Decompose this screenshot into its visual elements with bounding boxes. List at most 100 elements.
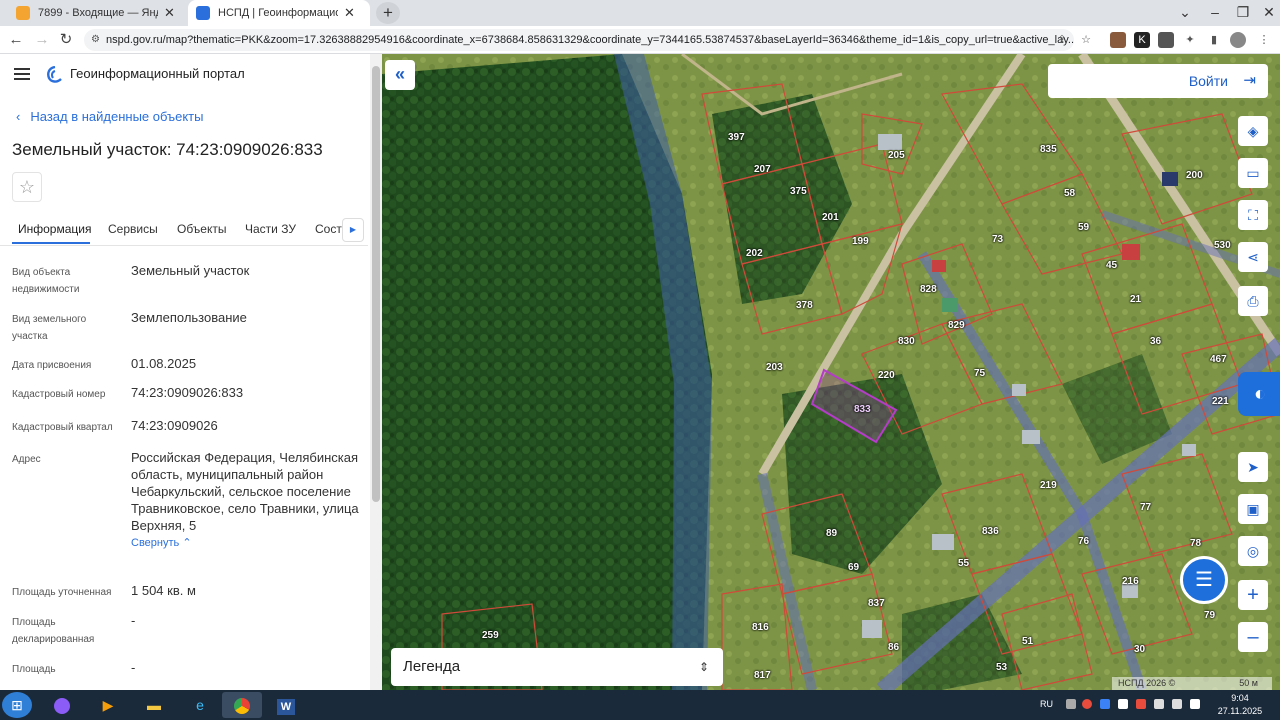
print-icon[interactable]: ⎙ bbox=[1238, 286, 1268, 316]
parcel-label: 55 bbox=[958, 558, 970, 569]
tab-yandex-mail[interactable]: 7899 - Входящие — Яндекс Поч ✕ bbox=[8, 0, 188, 26]
extension-icon[interactable] bbox=[1158, 32, 1174, 48]
tray-icon[interactable] bbox=[1082, 699, 1092, 709]
parcel-label: 78 bbox=[1190, 538, 1202, 549]
parcel-label: 817 bbox=[754, 670, 771, 681]
side-panel-icon[interactable]: ▮ bbox=[1206, 32, 1222, 48]
login-button[interactable]: Войти ⇥ bbox=[1048, 64, 1268, 98]
extension-icon[interactable] bbox=[1110, 32, 1126, 48]
parcel-label: 76 bbox=[1078, 536, 1090, 547]
chat-icon[interactable]: ☰ bbox=[1180, 556, 1228, 604]
info-value: - bbox=[131, 613, 136, 628]
url-text: nspd.gov.ru/map?thematic=PKK&zoom=17.326… bbox=[106, 34, 1074, 46]
parcel-label: 200 bbox=[1186, 170, 1203, 181]
alice-icon[interactable] bbox=[42, 692, 82, 718]
parcel-label: 51 bbox=[1022, 636, 1034, 647]
zoom-in-button[interactable]: + bbox=[1238, 580, 1268, 610]
clock-date: 27.11.2025 bbox=[1217, 706, 1263, 716]
login-label: Войти bbox=[1188, 73, 1228, 89]
start-button[interactable]: ⊞ bbox=[2, 692, 32, 718]
close-window-button[interactable]: ✕ bbox=[1252, 0, 1280, 26]
layers-icon[interactable]: ◈ bbox=[1238, 116, 1268, 146]
panel-scrollbar[interactable] bbox=[370, 54, 382, 690]
favorite-star-button[interactable]: ☆ bbox=[12, 172, 42, 202]
parcel-label: 828 bbox=[920, 284, 937, 295]
word-icon[interactable]: W bbox=[266, 692, 306, 718]
site-info-icon[interactable]: ⚙ bbox=[91, 29, 100, 51]
bookmark-star-icon[interactable]: ☆ bbox=[1078, 32, 1094, 48]
tab-search-icon[interactable]: ⌄ bbox=[1168, 0, 1202, 26]
tray-icon[interactable] bbox=[1136, 699, 1146, 709]
chrome-icon[interactable] bbox=[222, 692, 262, 718]
object-info-panel: Геоинформационный портал ‹ Назад в найден… bbox=[0, 54, 382, 690]
info-label: Кадастровый номер bbox=[12, 389, 106, 400]
geolocation-icon[interactable]: ➤ bbox=[1238, 452, 1268, 482]
scrollbar-thumb[interactable] bbox=[372, 66, 380, 502]
parcel-label: 59 bbox=[1078, 222, 1090, 233]
tab-title: НСПД | Геоинформационный п bbox=[218, 7, 338, 19]
mail-favicon-icon bbox=[16, 6, 30, 20]
parcel-label: 202 bbox=[746, 248, 763, 259]
tab-nspd[interactable]: НСПД | Геоинформационный п ✕ bbox=[188, 0, 370, 26]
profile-avatar[interactable] bbox=[1230, 32, 1246, 48]
parcel-label: 530 bbox=[1214, 240, 1231, 251]
parcel-label: 53 bbox=[996, 662, 1008, 673]
tray-icon[interactable] bbox=[1118, 699, 1128, 709]
back-to-results-link[interactable]: ‹ Назад в найденные объекты bbox=[16, 109, 203, 124]
forward-icon[interactable]: → bbox=[32, 30, 52, 50]
info-value[interactable]: 74:23:0909026:833 bbox=[131, 384, 367, 401]
network-icon[interactable] bbox=[1154, 699, 1164, 709]
info-value: Землепользование bbox=[131, 310, 247, 325]
extensions-puzzle-icon[interactable]: ✦ bbox=[1182, 32, 1198, 48]
parcel-label: 397 bbox=[728, 132, 745, 143]
extension-k-icon[interactable]: K bbox=[1134, 32, 1150, 48]
tab-services[interactable]: Сервисы bbox=[108, 222, 158, 236]
close-tab-icon[interactable]: ✕ bbox=[344, 5, 355, 21]
parcel-label: 378 bbox=[796, 300, 813, 311]
tab-parts[interactable]: Части ЗУ bbox=[245, 222, 296, 236]
flag-icon[interactable] bbox=[1190, 699, 1200, 709]
share-icon[interactable]: ⇪ bbox=[1054, 32, 1070, 48]
tabs-scroll-right-button[interactable]: ▶ bbox=[342, 218, 364, 242]
language-indicator[interactable]: RU bbox=[1040, 699, 1053, 709]
volume-icon[interactable] bbox=[1172, 699, 1182, 709]
select-area-icon[interactable]: ⛶ bbox=[1238, 200, 1268, 230]
info-value[interactable]: 74:23:0909026 bbox=[131, 417, 367, 434]
menu-burger-icon[interactable] bbox=[14, 68, 30, 80]
back-icon[interactable]: ← bbox=[6, 30, 26, 50]
collapse-address-link[interactable]: Свернуть ⌃ bbox=[131, 535, 367, 552]
close-tab-icon[interactable]: ✕ bbox=[164, 5, 175, 21]
info-value: Земельный участок bbox=[131, 263, 250, 278]
parcel-label: 216 bbox=[1122, 576, 1139, 587]
info-label: Дата присвоения bbox=[12, 360, 92, 371]
address-text: Российская Федерация, Челябинская област… bbox=[131, 450, 359, 533]
search-location-icon[interactable]: ◎ bbox=[1238, 536, 1268, 566]
collapse-panel-button[interactable]: « bbox=[385, 60, 415, 90]
satellite-imagery bbox=[382, 54, 1280, 690]
tab-information[interactable]: Информация bbox=[18, 222, 91, 236]
portal-title[interactable]: Геоинформационный портал bbox=[70, 66, 245, 81]
parcel-label: 221 bbox=[1212, 396, 1229, 407]
share-icon[interactable]: ⋖ bbox=[1238, 242, 1268, 272]
tab-objects[interactable]: Объекты bbox=[177, 222, 227, 236]
internet-explorer-icon[interactable]: e bbox=[180, 692, 220, 718]
tray-icon[interactable] bbox=[1100, 699, 1110, 709]
new-tab-button[interactable]: + bbox=[376, 2, 400, 24]
media-player-icon[interactable]: ▶ bbox=[88, 692, 128, 718]
parcel-label: 21 bbox=[1130, 294, 1142, 305]
minimap-icon[interactable]: ▣ bbox=[1238, 494, 1268, 524]
map-view[interactable]: 397 207 375 201 199 202 378 203 205 835 58 200 59 73 4… bbox=[382, 54, 1280, 690]
ruler-icon[interactable]: ▭ bbox=[1238, 158, 1268, 188]
reload-icon[interactable]: ↻ bbox=[56, 30, 76, 50]
zoom-out-button[interactable]: – bbox=[1238, 622, 1268, 652]
legend-dropdown[interactable]: Легенда ⇕ bbox=[391, 648, 723, 686]
explorer-icon[interactable]: ▬ bbox=[134, 692, 174, 718]
login-icon: ⇥ bbox=[1243, 72, 1256, 89]
system-clock[interactable]: 9:04 27.11.2025 bbox=[1210, 692, 1270, 718]
assistant-icon[interactable]: ◐ bbox=[1238, 372, 1280, 416]
parcel-label: 830 bbox=[898, 336, 915, 347]
tray-icon[interactable] bbox=[1066, 699, 1076, 709]
menu-kebab-icon[interactable]: ⋮ bbox=[1256, 32, 1272, 48]
url-field[interactable]: ⚙ nspd.gov.ru/map?thematic=PKK&zoom=17.3… bbox=[84, 29, 1074, 51]
info-value: - bbox=[131, 660, 136, 675]
